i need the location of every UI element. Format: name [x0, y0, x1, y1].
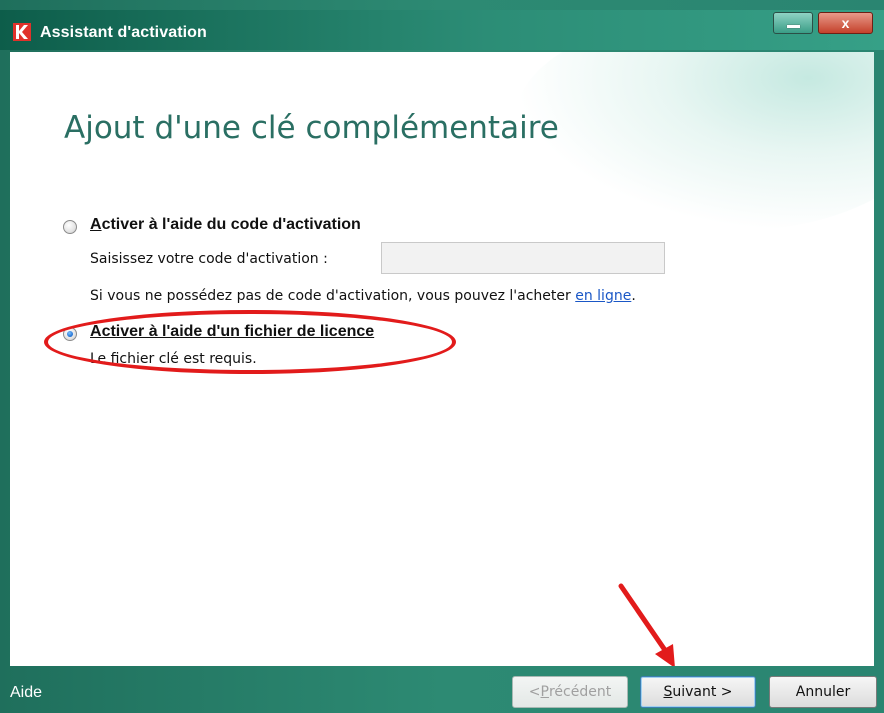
- radio-activation-code[interactable]: [63, 220, 77, 234]
- minimize-icon: [786, 24, 800, 28]
- kaspersky-k-icon: [13, 23, 31, 41]
- window-title: Assistant d'activation: [40, 24, 207, 41]
- previous-button[interactable]: < Précédent: [512, 676, 628, 708]
- close-icon: x: [841, 15, 850, 31]
- decorative-swirl: [514, 52, 874, 232]
- cancel-button[interactable]: Annuler: [769, 676, 877, 708]
- activation-code-input[interactable]: [381, 242, 665, 274]
- activation-wizard-window: Assistant d'activation x Ajout d'une clé…: [0, 0, 884, 713]
- page-title: Ajout d'une clé complémentaire: [64, 110, 559, 146]
- highlight-ellipse: [44, 310, 456, 374]
- annotation-arrow-icon: [618, 583, 675, 666]
- next-button[interactable]: Suivant >: [640, 676, 756, 708]
- accelerator-key: A: [90, 216, 102, 233]
- minimize-button[interactable]: [773, 12, 813, 34]
- help-link[interactable]: Aide: [10, 684, 42, 702]
- close-button[interactable]: x: [818, 12, 873, 34]
- purchase-info: Si vous ne possédez pas de code d'activa…: [90, 288, 636, 304]
- buy-online-link[interactable]: en ligne: [575, 288, 631, 304]
- activation-code-prompt: Saisissez votre code d'activation :: [90, 251, 328, 267]
- option-activation-code-label[interactable]: Activer à l'aide du code d'activation: [90, 216, 361, 234]
- wizard-content: Ajout d'une clé complémentaire Activer à…: [10, 52, 874, 666]
